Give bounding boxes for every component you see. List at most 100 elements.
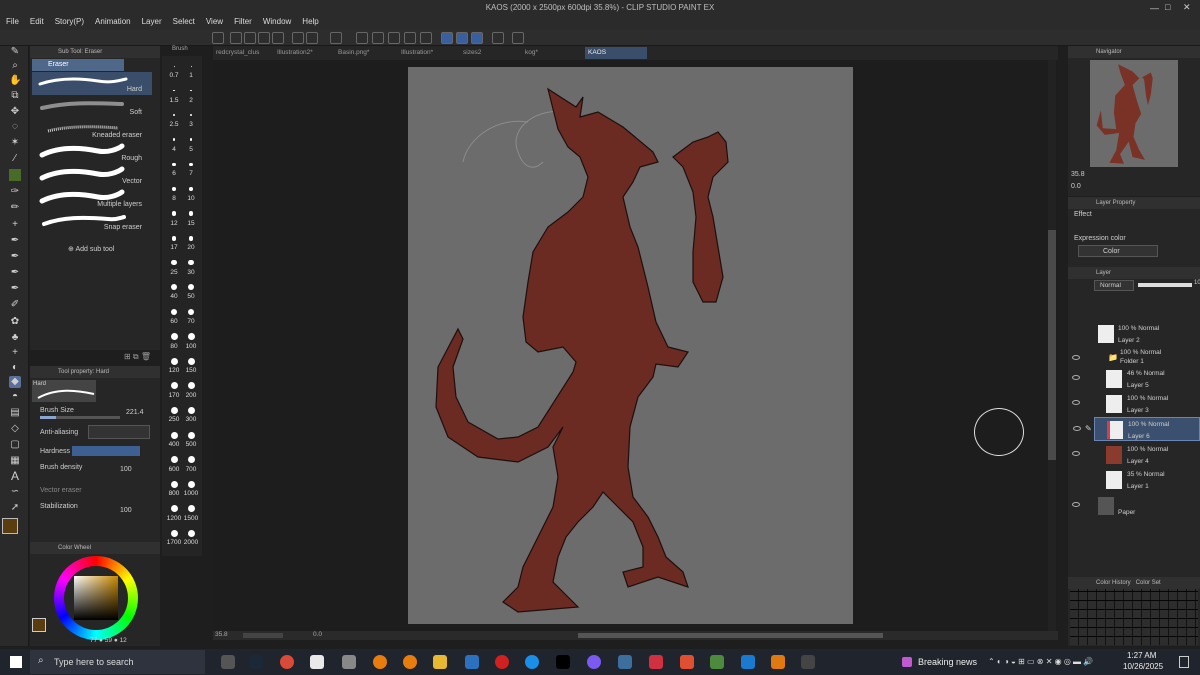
visibility-eye-icon[interactable] [1072, 355, 1080, 360]
app-icon[interactable] [556, 655, 570, 669]
brush-size-dot[interactable] [171, 211, 177, 216]
brush-size-dot[interactable] [170, 357, 178, 365]
file-explorer-icon[interactable] [433, 655, 447, 669]
brush-size-dot[interactable] [170, 480, 178, 488]
clock-time[interactable]: 1:27 AM [1127, 651, 1156, 660]
brush-size-dot[interactable] [170, 456, 178, 464]
visibility-eye-icon[interactable] [1072, 502, 1080, 507]
menu-window[interactable]: Window [257, 16, 296, 26]
notification-icon[interactable] [1179, 656, 1189, 668]
chrome-icon[interactable] [280, 655, 294, 669]
steam-icon[interactable] [249, 655, 263, 669]
brush-size-slider[interactable] [40, 416, 120, 419]
vertical-scrollbar[interactable] [1048, 60, 1056, 632]
brush-size-dot[interactable] [187, 480, 195, 488]
menu-story[interactable]: Story(P) [49, 16, 89, 26]
help-icon[interactable] [512, 32, 524, 44]
zoom-slider[interactable] [243, 633, 283, 638]
app-icon[interactable] [771, 655, 785, 669]
brush-size-dot[interactable] [170, 333, 178, 341]
save-icon[interactable] [258, 32, 270, 44]
navigator-angle[interactable]: 0.0 [1071, 183, 1081, 190]
app-icon[interactable] [495, 655, 509, 669]
frame-icon[interactable]: ▢ [9, 439, 21, 451]
visibility-eye-icon[interactable] [1072, 375, 1080, 380]
menu-layer[interactable]: Layer [136, 16, 167, 26]
invert-icon[interactable] [420, 32, 432, 44]
object-icon[interactable]: ➚ [9, 502, 21, 514]
new-file-icon[interactable] [230, 32, 242, 44]
panel-frame-icon[interactable]: ▦ [9, 455, 21, 467]
brush-size-dot[interactable] [188, 284, 194, 291]
anti-aliasing-selector[interactable] [88, 425, 150, 439]
layer-row[interactable]: 46 % Normal Layer 5 [1072, 367, 1200, 391]
doc-tab[interactable]: Illustration* [398, 47, 436, 59]
task-view-icon[interactable] [221, 655, 235, 669]
menu-help[interactable]: Help [296, 16, 323, 26]
brush-size-dot[interactable] [187, 308, 195, 316]
brush-size-dot[interactable] [190, 65, 192, 67]
blend-icon[interactable]: ✐ [9, 299, 21, 311]
decoration-icon[interactable]: ✒ [9, 267, 21, 279]
minimize-button[interactable]: — [1150, 3, 1159, 13]
visibility-eye-icon[interactable] [1073, 426, 1081, 431]
add-sub-tool-button[interactable]: ⊕ Add sub tool [68, 245, 114, 253]
app-icon[interactable] [680, 655, 694, 669]
layer-row[interactable]: 100 % Normal Layer 2 [1094, 322, 1200, 346]
current-color-swatch[interactable] [32, 618, 46, 632]
text-cursor-icon[interactable]: + [9, 219, 21, 231]
brush-size-dot[interactable] [170, 529, 178, 537]
redo-icon[interactable] [306, 32, 318, 44]
app-icon[interactable] [525, 655, 539, 669]
special-ruler-snap-icon[interactable] [456, 32, 468, 44]
sub-tool-item-hard[interactable]: Hard [32, 72, 152, 95]
grid-snap-icon[interactable] [471, 32, 483, 44]
vscode-icon[interactable] [741, 655, 755, 669]
navigator-zoom[interactable]: 35.8 [1071, 171, 1085, 178]
rotation-angle[interactable]: 0.0 [313, 631, 322, 638]
brush-size-dot[interactable] [187, 431, 195, 439]
fill-bucket-icon[interactable]: ◓ [9, 391, 21, 403]
close-button[interactable]: ✕ [1183, 2, 1191, 13]
app-icon[interactable] [618, 655, 632, 669]
expression-color-dropdown[interactable]: Color [1078, 245, 1158, 257]
sub-tool-menu-icons[interactable]: ⊞ ⧉ 🗑 [124, 352, 151, 362]
windows-start-icon[interactable] [10, 656, 22, 668]
pen-tool-icon[interactable]: ✑ [9, 186, 21, 198]
cross-icon[interactable]: + [9, 347, 21, 359]
eyedropper-icon[interactable]: ⁄ [9, 153, 21, 165]
airbrush-icon[interactable]: ✒ [9, 251, 21, 263]
brush-size-dot[interactable] [171, 235, 177, 241]
brush-size-dot[interactable] [170, 505, 178, 513]
menu-file[interactable]: File [0, 16, 24, 26]
decorate-icon[interactable]: ♣ [9, 332, 21, 344]
brush-size-dot[interactable] [172, 138, 176, 142]
marker-icon[interactable]: ✒ [9, 283, 21, 295]
clock-date[interactable]: 10/26/2025 [1123, 662, 1163, 671]
pencil-icon[interactable]: ✏ [9, 202, 21, 214]
mail-icon[interactable] [465, 655, 479, 669]
maximize-button[interactable]: □ [1165, 2, 1170, 12]
layer-row-selected[interactable]: ✎ 100 % Normal Layer 6 [1073, 417, 1200, 441]
visibility-eye-icon[interactable] [1072, 400, 1080, 405]
sub-tool-group-eraser[interactable]: Eraser [32, 59, 124, 71]
sub-tool-item-rough[interactable]: Rough [32, 141, 152, 164]
brush-density-value[interactable]: 100 [120, 466, 132, 473]
brush-size-dot[interactable] [190, 89, 192, 92]
delete-icon[interactable] [492, 32, 504, 44]
layer-row-paper[interactable]: Paper [1072, 494, 1200, 518]
zoom-icon[interactable]: ⌕ [9, 60, 21, 72]
lasso-icon[interactable]: ◌ [9, 121, 21, 133]
operation-icon[interactable]: ⧉ [9, 90, 21, 102]
stabilization-value[interactable]: 100 [120, 507, 132, 514]
brush-size-dot[interactable] [173, 89, 175, 92]
blender-alt-icon[interactable] [403, 655, 417, 669]
pen-icon[interactable]: ✎ [9, 46, 21, 58]
brush-size-dot[interactable] [187, 406, 195, 414]
breaking-news-widget[interactable]: Breaking news [918, 657, 977, 667]
brush-size-tab[interactable]: Brush [172, 46, 188, 52]
color-history-swatches[interactable] [1070, 589, 1198, 645]
saturation-value-square[interactable] [74, 576, 118, 620]
opacity-slider[interactable] [1138, 283, 1192, 287]
ruler-snap-icon[interactable] [441, 32, 453, 44]
